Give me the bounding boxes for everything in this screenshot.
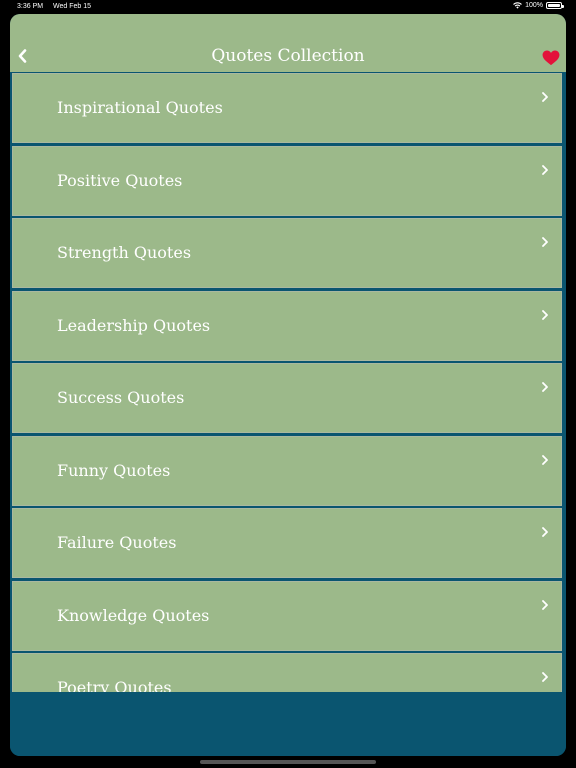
status-date: Wed Feb 15 <box>53 3 92 10</box>
list-item-label: Success Quotes <box>57 388 185 407</box>
page-title: Quotes Collection <box>211 46 365 66</box>
chevron-right-icon <box>542 527 548 537</box>
list-item-label: Strength Quotes <box>57 243 192 262</box>
chevron-right-icon <box>542 309 548 320</box>
list-item[interactable]: Leadership Quotes <box>12 290 562 361</box>
status-indicators: 100% <box>513 2 564 9</box>
chevron-right-icon <box>542 382 548 392</box>
list-item[interactable]: Success Quotes <box>12 363 562 433</box>
list-item[interactable]: Funny Quotes <box>12 435 562 506</box>
list-item[interactable]: Failure Quotes <box>12 508 562 578</box>
list-item[interactable]: Poetry Quotes <box>12 653 562 692</box>
navigation-bar: Quotes Collection <box>10 14 566 72</box>
chevron-right-icon <box>542 92 548 102</box>
list-item-label: Inspirational Quotes <box>57 98 223 117</box>
status-time: 3:36 PM <box>17 3 44 10</box>
chevron-right-icon <box>542 672 548 682</box>
list-item[interactable]: Inspirational Quotes <box>12 73 562 143</box>
home-indicator[interactable] <box>200 760 376 764</box>
list-item-label: Knowledge Quotes <box>57 605 210 625</box>
chevron-right-icon <box>542 237 548 247</box>
footer-panel <box>10 692 566 756</box>
app-window: Quotes Collection Inspirational Quotes Po… <box>10 14 566 756</box>
list-item-label: Failure Quotes <box>57 533 177 552</box>
list-item-label: Poetry Quotes <box>57 678 172 692</box>
battery-icon <box>546 2 564 9</box>
chevron-right-icon <box>542 164 548 175</box>
status-bar: 3:36 PM Wed Feb 15 100% <box>0 0 576 14</box>
list-item-label: Positive Quotes <box>57 170 183 190</box>
list-item-label: Funny Quotes <box>57 460 171 480</box>
list-item[interactable]: Positive Quotes <box>12 145 562 216</box>
list-item[interactable]: Knowledge Quotes <box>12 580 562 651</box>
list-item-label: Leadership Quotes <box>57 315 211 335</box>
list-item[interactable]: Strength Quotes <box>12 218 562 288</box>
battery-percentage: 100% <box>525 2 543 9</box>
chevron-right-icon <box>542 454 548 465</box>
category-list[interactable]: Inspirational Quotes Positive Quotes Stren… <box>10 72 566 692</box>
chevron-right-icon <box>542 599 548 610</box>
heart-icon[interactable] <box>542 50 560 66</box>
wifi-icon <box>513 2 522 9</box>
